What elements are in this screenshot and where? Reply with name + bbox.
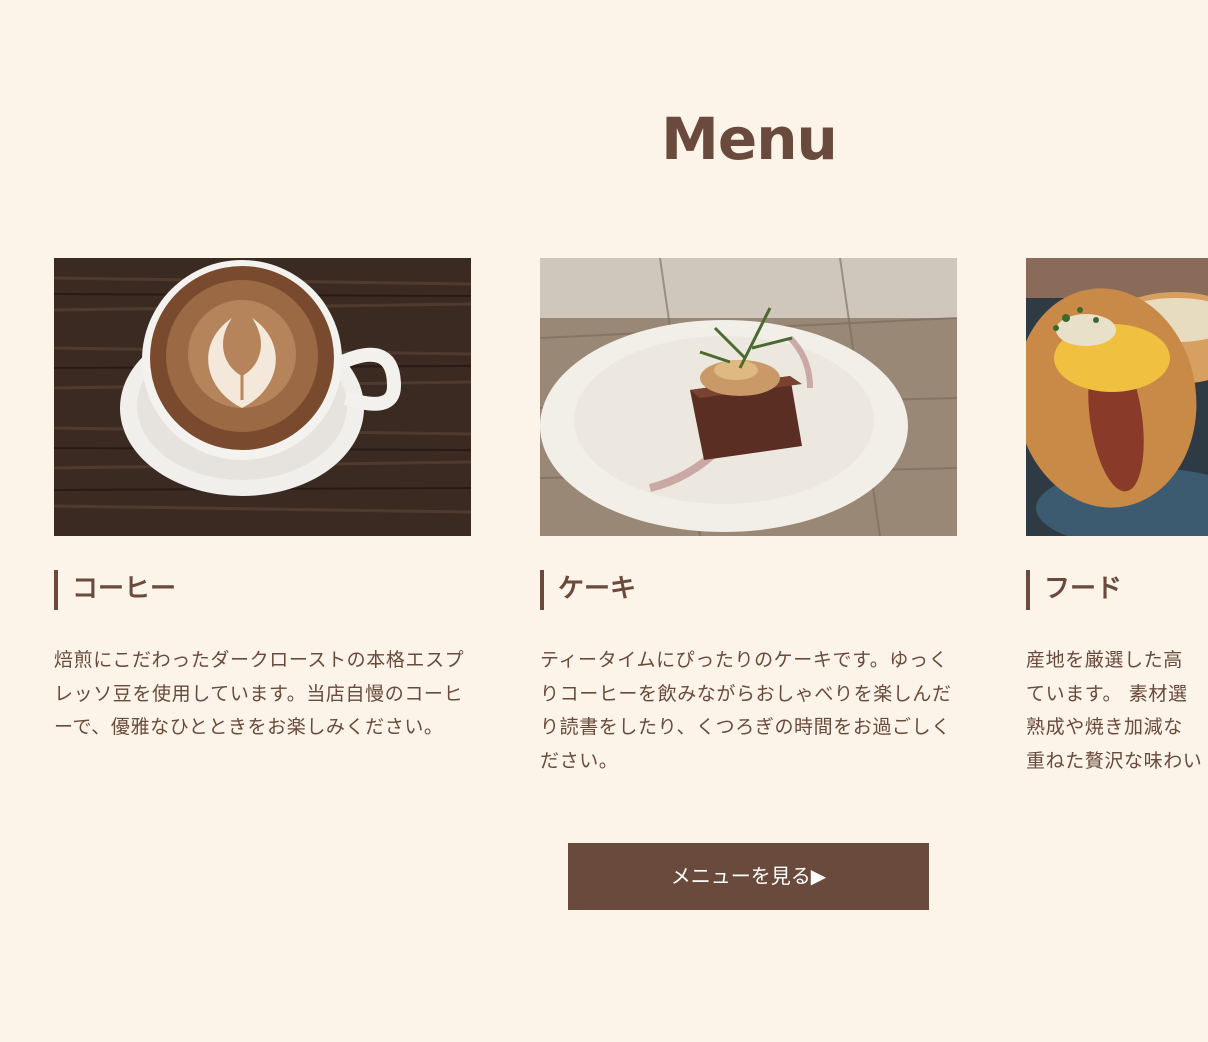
view-menu-button[interactable]: メニューを見る▶	[568, 843, 929, 910]
menu-card-cake: ケーキ ティータイムにぴったりのケーキです。ゆっくりコーヒーを飲みながらおしゃべ…	[540, 258, 957, 772]
cake-image	[540, 258, 957, 536]
hot-dog-image	[1026, 258, 1208, 536]
coffee-image	[54, 258, 471, 536]
menu-card-food: フード 産地を厳選した高 ています。 素材選 熟成や焼き加減な 重ねた贅沢な味わ…	[1026, 258, 1208, 772]
card-title-coffee: コーヒー	[54, 570, 176, 610]
section-title: Menu	[661, 105, 838, 173]
card-description-cake: ティータイムにぴったりのケーキです。ゆっくりコーヒーを飲みながらおしゃべりを楽し…	[540, 649, 952, 772]
card-title-food: フード	[1026, 570, 1122, 610]
card-description-food: 産地を厳選した高 ています。 素材選 熟成や焼き加減な 重ねた贅沢な味わい	[1026, 649, 1203, 772]
card-title-cake: ケーキ	[540, 570, 636, 610]
card-description-coffee: 焙煎にこだわったダークローストの本格エスプレッソ豆を使用しています。当店自慢のコ…	[54, 649, 465, 738]
menu-card-coffee: コーヒー 焙煎にこだわったダークローストの本格エスプレッソ豆を使用しています。当…	[54, 258, 471, 738]
menu-section: Menu コーヒー 焙煎にこだわったダークローストの本格エスプレッソ豆を使用して…	[0, 0, 1208, 1042]
